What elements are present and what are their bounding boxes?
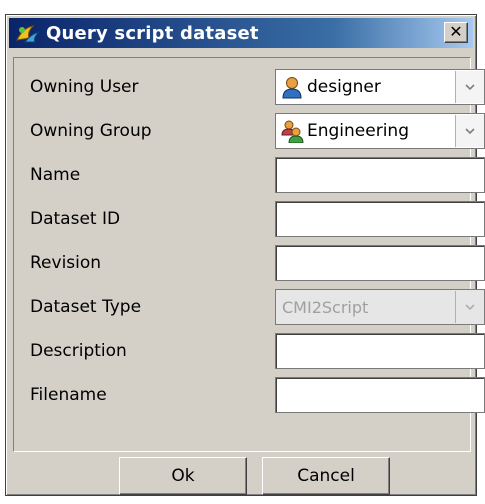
owning-group-value: Engineering <box>307 121 409 141</box>
close-icon: ✕ <box>449 22 463 41</box>
description-row: Description <box>30 333 485 371</box>
chevron-down-icon <box>455 291 484 323</box>
chevron-down-icon[interactable] <box>455 115 484 147</box>
group-icon <box>281 120 304 143</box>
dialog-title: Query script dataset <box>46 22 259 44</box>
owning-user-value: designer <box>307 77 381 97</box>
owning-user-row: Owning User designer <box>30 69 485 107</box>
name-row: Name <box>30 157 485 195</box>
owning-user-label: Owning User <box>30 77 139 97</box>
owning-group-select[interactable]: Engineering <box>275 113 485 149</box>
user-icon <box>282 77 302 99</box>
owning-group-row: Owning Group Engineering <box>30 113 485 151</box>
dataset-id-field[interactable] <box>275 201 485 237</box>
dataset-id-row: Dataset ID <box>30 201 485 239</box>
close-button[interactable]: ✕ <box>444 22 468 43</box>
form-panel: Owning User designer Owning Group Engine… <box>13 57 485 452</box>
query-dataset-icon <box>16 25 41 43</box>
filename-input[interactable] <box>276 378 484 412</box>
dataset-type-row: Dataset Type CMI2Script <box>30 289 485 327</box>
owning-user-select[interactable]: designer <box>275 69 485 105</box>
owning-group-label: Owning Group <box>30 121 152 141</box>
dataset-type-label: Dataset Type <box>30 297 142 317</box>
dataset-type-select: CMI2Script <box>275 289 485 325</box>
dataset-id-input[interactable] <box>276 202 484 236</box>
filename-row: Filename <box>30 377 485 415</box>
cancel-button[interactable]: Cancel <box>262 457 390 495</box>
name-field[interactable] <box>275 157 485 193</box>
description-field[interactable] <box>275 333 485 369</box>
description-input[interactable] <box>276 334 484 368</box>
chevron-down-icon[interactable] <box>455 71 484 103</box>
name-input[interactable] <box>276 158 484 192</box>
dataset-id-label: Dataset ID <box>30 209 121 229</box>
name-label: Name <box>30 165 81 185</box>
filename-field[interactable] <box>275 377 485 413</box>
dataset-type-value: CMI2Script <box>282 297 369 317</box>
revision-field[interactable] <box>275 245 485 281</box>
filename-label: Filename <box>30 385 107 405</box>
revision-label: Revision <box>30 253 102 273</box>
title-bar[interactable]: Query script dataset ✕ <box>9 18 473 48</box>
description-label: Description <box>30 341 127 361</box>
ok-button[interactable]: Ok <box>119 457 247 495</box>
query-script-dataset-dialog: Query script dataset ✕ Owning User desig… <box>5 14 485 496</box>
revision-input[interactable] <box>276 246 484 280</box>
revision-row: Revision <box>30 245 485 283</box>
